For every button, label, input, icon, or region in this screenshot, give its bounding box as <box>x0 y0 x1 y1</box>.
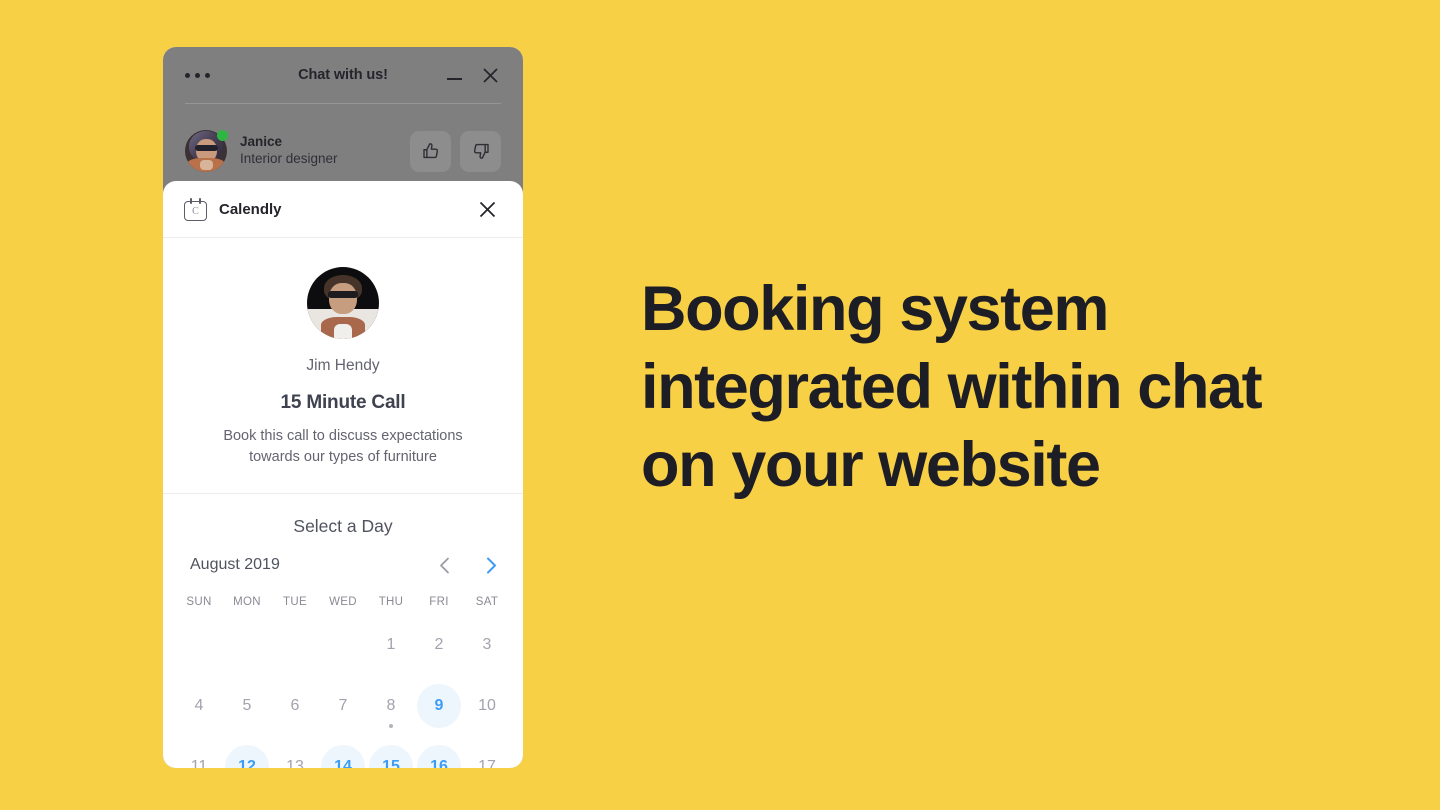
calendar-day-cell: 6 <box>271 681 319 730</box>
calendly-brand: Calendly <box>219 200 282 218</box>
host-avatar <box>307 267 379 339</box>
calendar-day: 7 <box>338 696 348 714</box>
event-profile: Jim Hendy 15 Minute Call Book this call … <box>163 238 523 495</box>
weekday-label: WED <box>329 596 357 609</box>
calendar-day-available[interactable]: 15 <box>369 744 413 768</box>
calendar-week-row: 1 2 3 <box>163 620 523 669</box>
calendar-day <box>321 623 365 667</box>
calendar-day: 3 <box>482 635 492 653</box>
calendar-icon-letter: C <box>184 200 207 221</box>
calendar-day-cell <box>319 620 367 669</box>
agent-row: Janice Interior designer <box>163 104 523 182</box>
calendar-day: 8 <box>386 696 396 714</box>
chevron-right-icon[interactable] <box>484 556 498 574</box>
calendar-day-cell[interactable]: 14 <box>319 742 367 768</box>
calendar-day-cell: 17 <box>463 742 511 768</box>
calendar-icon: C <box>184 197 207 221</box>
agent-name: Janice <box>240 134 283 150</box>
calendar-day: 6 <box>290 696 300 714</box>
weekday-label: TUE <box>283 596 307 609</box>
calendar-day: 17 <box>478 757 496 768</box>
status-online-indicator <box>217 130 228 141</box>
minimize-icon[interactable] <box>443 64 465 86</box>
chat-header: Chat with us! <box>163 47 523 103</box>
weekday-label: FRI <box>429 596 449 609</box>
weekday-label: THU <box>378 596 404 609</box>
calendar-week-row: 11 12 13 14 15 16 17 <box>163 742 523 768</box>
page-headline: Booking system integrated within chat on… <box>641 274 1263 500</box>
agent-meta: Janice Interior designer <box>240 134 338 168</box>
calendar-day-cell[interactable]: 16 <box>415 742 463 768</box>
thumbs-up-icon[interactable] <box>410 130 451 172</box>
select-day-label: Select a Day <box>293 516 393 537</box>
calendar-day-cell <box>223 620 271 669</box>
calendar-day-cell <box>175 620 223 669</box>
month-navigation: August 2019 <box>163 537 523 574</box>
agent-role: Interior designer <box>240 151 338 166</box>
close-icon[interactable] <box>476 198 498 220</box>
calendar-day-cell[interactable]: 15 <box>367 742 415 768</box>
rating-buttons <box>410 130 501 172</box>
calendar-day-cell: 11 <box>175 742 223 768</box>
calendar-day <box>177 623 221 667</box>
calendly-card: C Calendly Jim Hendy 15 Minute Call Book… <box>163 181 523 768</box>
weekday-label: SAT <box>475 596 499 609</box>
chat-header-actions <box>443 64 501 86</box>
chat-widget: Chat with us! Janice Interior designer C… <box>163 47 523 768</box>
calendar-day-cell[interactable]: 9 <box>415 681 463 730</box>
calendar-day-cell[interactable]: 12 <box>223 742 271 768</box>
month-label: August 2019 <box>190 556 280 574</box>
calendar-day: 2 <box>434 635 444 653</box>
more-horizontal-icon[interactable] <box>185 72 210 78</box>
event-title: 15 Minute Call <box>280 392 406 413</box>
weekday-label: MON <box>233 596 261 609</box>
calendar-day-cell: 4 <box>175 681 223 730</box>
event-description: Book this call to discuss expectations t… <box>223 428 463 466</box>
calendar-week-row: 4 5 6 7 8 9 10 <box>163 681 523 730</box>
calendar-day <box>273 623 317 667</box>
calendar-day: 11 <box>190 757 208 768</box>
calendar-day-cell: 3 <box>463 620 511 669</box>
weekday-label: SUN <box>186 596 212 609</box>
calendar-day: 13 <box>286 757 304 768</box>
calendar-day-cell: 13 <box>271 742 319 768</box>
calendar-day-marker-dot <box>389 724 393 729</box>
calendar-day: 10 <box>478 696 496 714</box>
calendly-header: C Calendly <box>163 181 523 238</box>
avatar <box>185 130 228 172</box>
host-name: Jim Hendy <box>306 357 380 374</box>
calendar-day-available[interactable]: 9 <box>417 683 461 728</box>
calendar-day-cell: 2 <box>415 620 463 669</box>
calendar-day-cell <box>271 620 319 669</box>
calendar-grid: 1 2 3 4 5 6 7 8 9 10 11 12 13 14 15 16 17 <box>163 620 523 768</box>
calendar-day-cell: 8 <box>367 681 415 730</box>
calendar-day: 1 <box>386 635 396 653</box>
calendar-day: 5 <box>242 696 252 714</box>
calendar-day-cell: 5 <box>223 681 271 730</box>
calendar-day-available[interactable]: 14 <box>321 744 365 768</box>
calendar-day <box>225 623 269 667</box>
calendar-day: 4 <box>194 696 204 714</box>
chevron-left-icon[interactable] <box>437 556 451 574</box>
calendar-weekday-header: SUN MON TUE WED THU FRI SAT <box>163 596 523 608</box>
thumbs-down-icon[interactable] <box>460 130 501 172</box>
calendar-day-cell: 10 <box>463 681 511 730</box>
calendar-day-cell: 7 <box>319 681 367 730</box>
calendar-day-cell: 1 <box>367 620 415 669</box>
calendar-day-available[interactable]: 16 <box>417 744 461 768</box>
calendar-day-available[interactable]: 12 <box>225 744 269 768</box>
close-icon[interactable] <box>479 64 501 86</box>
